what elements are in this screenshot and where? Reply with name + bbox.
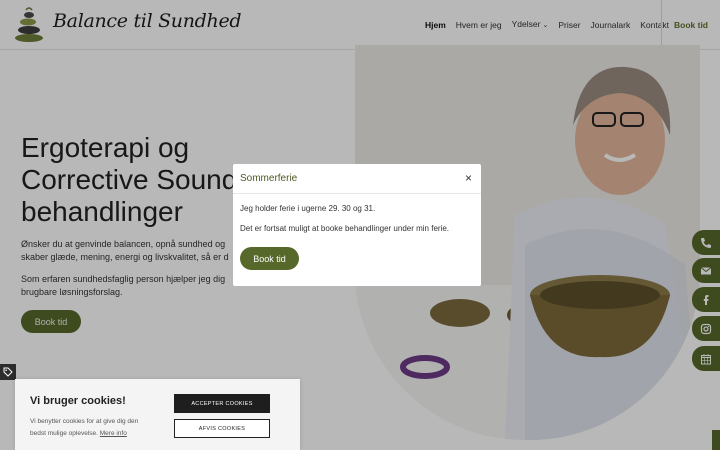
modal-text-2: Det er fortsat muligt at booke behandlin… (240, 224, 450, 233)
cookie-banner: Vi bruger cookies! Vi benytter cookies f… (15, 379, 300, 450)
modal-book-button[interactable]: Book tid (240, 247, 299, 270)
modal-text-1: Jeg holder ferie i ugerne 29. 30 og 31. (240, 204, 376, 213)
accept-cookies-button[interactable]: ACCEPTER COOKIES (174, 394, 270, 413)
close-icon[interactable]: × (465, 171, 472, 185)
decline-cookies-button[interactable]: AFVIS COOKIES (174, 419, 270, 438)
modal-header: Sommerferie × (233, 164, 481, 194)
modal-title: Sommerferie (240, 173, 298, 184)
tag-icon (3, 367, 13, 377)
vacation-modal: Sommerferie × Jeg holder ferie i ugerne … (233, 164, 481, 286)
cookie-title: Vi bruger cookies! (30, 395, 126, 407)
cookie-more-info-link[interactable]: Mere info (100, 430, 127, 437)
cookie-settings-icon[interactable] (0, 364, 16, 380)
cookie-text: Vi benytter cookies for at give dig den … (30, 416, 150, 440)
